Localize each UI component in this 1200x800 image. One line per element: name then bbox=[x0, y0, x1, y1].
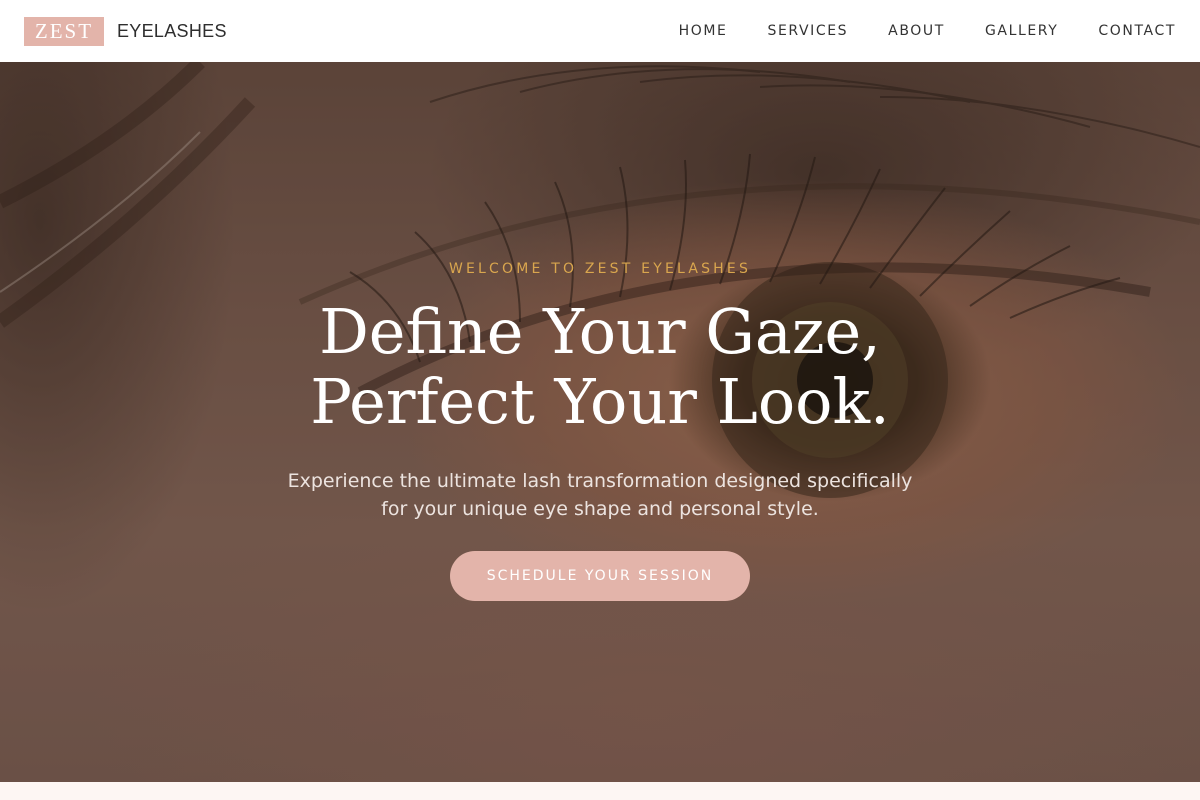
nav-item-services[interactable]: SERVICES bbox=[767, 23, 848, 39]
hero-content: WELCOME TO ZEST EYELASHES Define Your Ga… bbox=[0, 62, 1200, 782]
schedule-session-button[interactable]: SCHEDULE YOUR SESSION bbox=[450, 551, 750, 601]
hero-eyebrow: WELCOME TO ZEST EYELASHES bbox=[448, 261, 752, 277]
logo-name: EYELASHES bbox=[117, 20, 227, 41]
hero-headline: Define Your Gaze, Perfect Your Look. bbox=[310, 297, 890, 437]
hero-headline-line-1: Define Your Gaze, bbox=[319, 295, 881, 368]
nav-item-about[interactable]: ABOUT bbox=[888, 23, 945, 39]
hero-subtext-line-1: Experience the ultimate lash transformat… bbox=[287, 470, 913, 492]
nav-item-home[interactable]: HOME bbox=[679, 23, 728, 39]
hero-subtext-line-2: for your unique eye shape and personal s… bbox=[381, 498, 819, 520]
site-header: ZEST EYELASHES HOME SERVICES ABOUT GALLE… bbox=[0, 0, 1200, 62]
site-logo[interactable]: ZEST EYELASHES bbox=[24, 16, 227, 46]
next-section-edge bbox=[0, 782, 1200, 800]
nav-item-contact[interactable]: CONTACT bbox=[1098, 23, 1176, 39]
hero-section: WELCOME TO ZEST EYELASHES Define Your Ga… bbox=[0, 62, 1200, 782]
nav-item-gallery[interactable]: GALLERY bbox=[985, 23, 1058, 39]
hero-subtext: Experience the ultimate lash transformat… bbox=[260, 467, 940, 523]
logo-mark: ZEST bbox=[24, 16, 104, 46]
main-nav: HOME SERVICES ABOUT GALLERY CONTACT bbox=[639, 23, 1176, 39]
hero-headline-line-2: Perfect Your Look. bbox=[310, 365, 890, 438]
